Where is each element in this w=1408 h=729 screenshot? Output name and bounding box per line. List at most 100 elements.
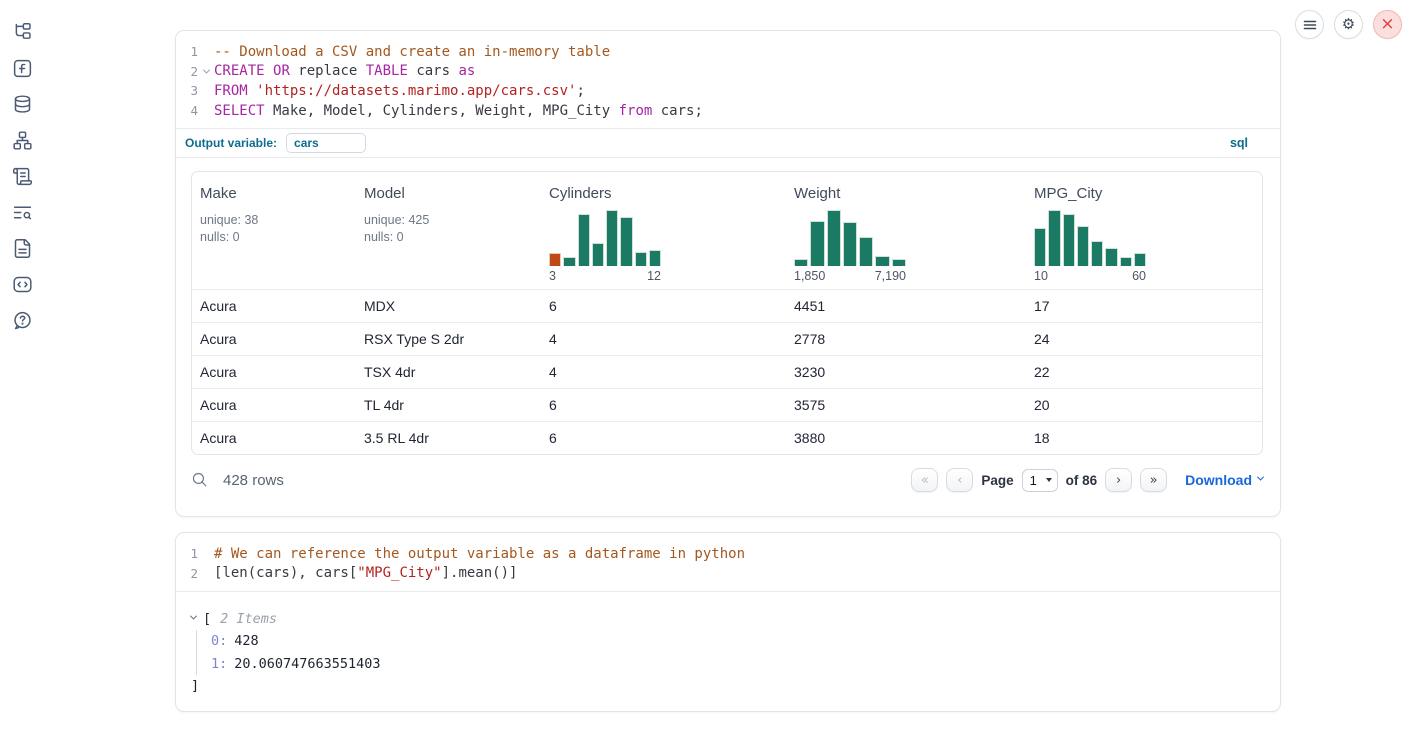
python-code-editor[interactable]: 1 # We can reference the output variable …	[176, 533, 1280, 592]
tree-entry-key: 0:	[211, 633, 227, 649]
language-badge: sql	[1230, 136, 1248, 150]
code-token: cars;	[652, 103, 703, 119]
table-cell: 4	[541, 364, 786, 380]
table-cell: 3880	[786, 430, 1026, 446]
table-cell: 18	[1026, 430, 1262, 446]
table-footer: 428 rows « ‹ Page 1 of 86 › » Download	[176, 455, 1280, 492]
table-cell: 22	[1026, 364, 1262, 380]
code-token: # We can reference the output variable a…	[214, 546, 745, 562]
table-cell: 3575	[786, 397, 1026, 413]
axis-min-label: 10	[1034, 269, 1048, 283]
table-cell: 6	[541, 430, 786, 446]
first-page-button[interactable]: «	[911, 468, 938, 492]
table-row[interactable]: Acura3.5 RL 4dr6388018	[192, 421, 1262, 454]
file-tree-icon[interactable]	[11, 21, 33, 43]
table-row[interactable]: AcuraMDX6445117	[192, 289, 1262, 322]
table-row[interactable]: AcuraRSX Type S 2dr4277824	[192, 322, 1262, 355]
line-number: 1	[176, 546, 198, 561]
histogram-bar	[649, 250, 661, 267]
table-cell: Acura	[192, 331, 356, 347]
line-number: 2	[176, 64, 198, 79]
chevron-down-icon	[1257, 474, 1264, 481]
column-header[interactable]: Makeunique: 38nulls: 0	[192, 172, 356, 289]
help-icon[interactable]	[11, 309, 33, 331]
code-token: OR	[273, 63, 290, 79]
column-header[interactable]: Cylinders312	[541, 172, 786, 289]
page-select[interactable]: 1	[1022, 469, 1058, 492]
stat-line: nulls: 0	[200, 229, 348, 246]
axis-max-label: 60	[1132, 269, 1146, 283]
histogram-bar	[592, 243, 604, 267]
code-token: 'https://datasets.marimo.app/cars.csv'	[256, 83, 576, 99]
close-icon[interactable]: ×	[1373, 10, 1402, 39]
sidebar	[0, 0, 44, 729]
line-number: 3	[176, 83, 198, 98]
snippets-icon[interactable]	[11, 273, 33, 295]
search-icon[interactable]	[191, 471, 209, 489]
code-token: SELECT	[214, 103, 265, 119]
table-cell: Acura	[192, 298, 356, 314]
histogram-bar	[620, 217, 632, 266]
code-token: "MPG_City"	[357, 565, 441, 581]
column-name: MPG_City	[1034, 185, 1254, 202]
column-histogram	[549, 210, 661, 266]
histogram-bar	[1063, 214, 1075, 267]
text-search-icon[interactable]	[11, 201, 33, 223]
histogram-bar	[875, 256, 889, 266]
histogram-bar	[578, 214, 590, 266]
scroll-icon[interactable]	[11, 165, 33, 187]
tree-root-row[interactable]: [ 2 Items	[191, 608, 1280, 630]
histogram-bar	[892, 259, 906, 266]
next-page-button[interactable]: ›	[1105, 468, 1132, 492]
stat-line: nulls: 0	[364, 229, 533, 246]
code-line: 4SELECT Make, Model, Cylinders, Weight, …	[176, 101, 1280, 121]
column-header[interactable]: MPG_City 10 60	[1026, 172, 1262, 289]
database-icon[interactable]	[11, 93, 33, 115]
function-icon[interactable]	[11, 57, 33, 79]
histogram-axis: 1,8507,190	[794, 269, 906, 283]
table-row[interactable]: AcuraTL 4dr6357520	[192, 388, 1262, 421]
fold-indicator[interactable]	[198, 69, 214, 74]
stat-line: unique: 425	[364, 212, 533, 229]
code-token: -- Download a CSV and create an in-memor…	[214, 44, 610, 60]
tree-entry-value: 20.060747663551403	[234, 656, 380, 672]
histogram-bar	[1134, 253, 1146, 266]
code-text: # We can reference the output variable a…	[214, 546, 745, 562]
histogram-bar	[1077, 226, 1089, 266]
sql-code-editor[interactable]: 1-- Download a CSV and create an in-memo…	[176, 31, 1280, 129]
histogram-bar	[549, 253, 561, 266]
last-page-button[interactable]: »	[1140, 468, 1167, 492]
axis-min-label: 1,850	[794, 269, 825, 283]
code-token	[248, 83, 256, 99]
page-select-value: 1	[1030, 473, 1037, 488]
table-cell: 3.5 RL 4dr	[356, 430, 541, 446]
python-cell: 1 # We can reference the output variable …	[175, 532, 1281, 712]
open-bracket: [	[203, 611, 211, 627]
table-cell: 24	[1026, 331, 1262, 347]
table-cell: 3230	[786, 364, 1026, 380]
code-token: ].mean()]	[442, 565, 518, 581]
column-header[interactable]: Modelunique: 425nulls: 0	[356, 172, 541, 289]
pagination: « ‹ Page 1 of 86 › » Download	[911, 468, 1263, 492]
line-number: 4	[176, 103, 198, 118]
output-variable-row: Output variable: sql	[176, 129, 1280, 158]
hamburger-menu-icon[interactable]	[1295, 10, 1324, 39]
chevron-down-icon	[202, 66, 209, 73]
histogram-bar	[843, 222, 857, 266]
histogram-bar	[859, 237, 873, 267]
download-button[interactable]: Download	[1185, 472, 1263, 488]
dependency-graph-icon[interactable]	[11, 129, 33, 151]
notebook-actions: ⚙ ×	[1295, 10, 1402, 39]
output-variable-input[interactable]	[286, 133, 366, 153]
table-row[interactable]: AcuraTSX 4dr4323022	[192, 355, 1262, 388]
code-token: TABLE	[366, 63, 408, 79]
document-icon[interactable]	[11, 237, 33, 259]
histogram-bar	[827, 210, 841, 266]
column-name: Make	[200, 185, 348, 202]
column-header[interactable]: Weight1,8507,190	[786, 172, 1026, 289]
prev-page-button[interactable]: ‹	[946, 468, 973, 492]
output-variable-label: Output variable:	[185, 136, 277, 150]
code-line: 1 # We can reference the output variable …	[176, 544, 1280, 564]
items-count-label: 2 Items	[220, 611, 277, 627]
gear-icon[interactable]: ⚙	[1334, 10, 1363, 39]
